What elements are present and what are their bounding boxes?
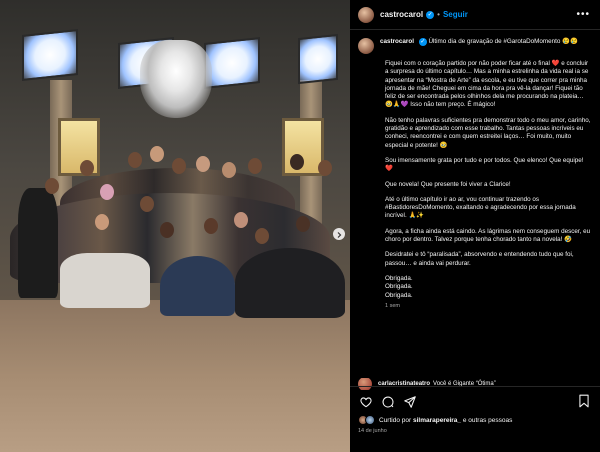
likes-user[interactable]: silmarapereira_ — [413, 417, 461, 424]
studio-light — [298, 33, 338, 85]
caption-line: Último dia de gravação de #GarotaDoMomen… — [428, 38, 578, 45]
caption-line: Que novela! Que presente foi viver a Cla… — [385, 180, 511, 188]
post-time: 1 sem — [385, 302, 400, 309]
caption-line: Não tenho palavras suficientes pra demon… — [385, 116, 591, 149]
avatar[interactable] — [358, 38, 374, 54]
cast-group — [0, 146, 350, 358]
verified-icon: ✓ — [426, 10, 435, 19]
bookmark-icon[interactable] — [578, 394, 590, 408]
post-details-panel: castrocarol ✓ • Seguir ••• castrocarol ✓… — [350, 0, 600, 452]
more-icon[interactable]: ••• — [576, 9, 590, 20]
chandelier — [140, 40, 212, 118]
action-bar — [350, 386, 600, 416]
post-header: castrocarol ✓ • Seguir ••• — [350, 0, 600, 30]
post-photo[interactable] — [0, 0, 350, 452]
heart-icon[interactable] — [359, 395, 373, 409]
caption-line: Obrigada. — [385, 283, 413, 291]
avatar[interactable] — [358, 6, 374, 23]
caption-line: Obrigada. — [385, 291, 413, 299]
caption-line: Obrigada. — [385, 274, 413, 282]
post-date: 14 de junho — [358, 428, 387, 434]
header-username[interactable]: castrocarol — [380, 10, 423, 19]
likes-prefix: Curtido por — [379, 416, 412, 424]
studio-light — [204, 37, 260, 89]
follow-button[interactable]: Seguir — [443, 10, 468, 19]
caption-username[interactable]: castrocarol — [380, 38, 414, 45]
comment-icon[interactable] — [381, 395, 395, 409]
post-caption: castrocarol ✓ Último dia de gravação de … — [350, 30, 600, 370]
likes-summary: Curtido por silmarapereira_ e outras pes… — [358, 415, 598, 425]
caption-line: Sou imensamente grata por tudo e por tod… — [385, 156, 584, 173]
header-separator: • — [437, 10, 440, 19]
avatar — [365, 415, 375, 425]
caption-line: Agora, a ficha ainda está caindo. As lág… — [385, 227, 591, 244]
studio-light — [22, 29, 78, 81]
caption-line: Fiquei com o coração partido por não pod… — [385, 60, 589, 109]
caption-line: Até o último capítulo ir ao ar, vou cont… — [385, 195, 576, 220]
next-slide-icon[interactable] — [333, 228, 345, 240]
likes-suffix[interactable]: e outras pessoas — [463, 417, 513, 424]
verified-icon: ✓ — [418, 38, 427, 46]
share-icon[interactable] — [403, 395, 417, 409]
caption-line: Desidratei e tô “paralisada”, absorvendo… — [385, 251, 574, 267]
